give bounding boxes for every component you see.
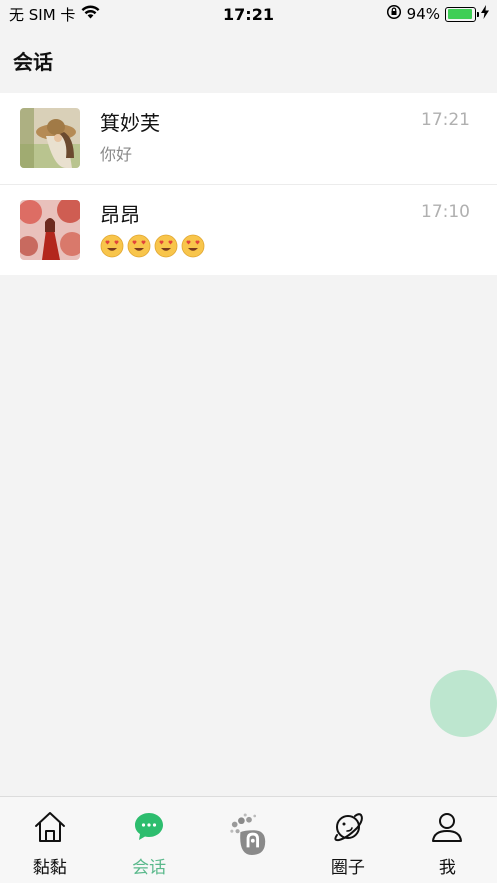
tab-label: 圈子: [330, 858, 365, 878]
tab-label: 黏黏: [32, 858, 67, 878]
contact-name: 昂昂: [100, 203, 140, 227]
conversation-item[interactable]: 箕妙芙 你好 17:21: [0, 93, 497, 184]
battery-icon: [445, 6, 479, 22]
heart-eyes-emoji-icon: [127, 234, 151, 258]
carrier-label: 无 SIM 卡: [9, 5, 76, 24]
status-bar: 无 SIM 卡 17:21 94%: [0, 0, 497, 28]
status-left: 无 SIM 卡: [9, 4, 100, 25]
person-icon: [427, 807, 467, 847]
tab-circle[interactable]: 圈子: [298, 797, 397, 883]
tab-bar: 黏黏 会话 圈子 我: [0, 796, 497, 883]
battery-tip: [477, 11, 479, 17]
contact-name: 箕妙芙: [100, 111, 160, 135]
battery-percent: 94%: [406, 5, 440, 23]
avatar: [20, 108, 80, 168]
status-right: 94%: [386, 4, 489, 24]
conversation-body: 昂昂: [100, 202, 205, 258]
planet-icon: [328, 807, 368, 847]
tab-nianian[interactable]: 黏黏: [0, 797, 99, 883]
charging-icon: [481, 5, 489, 23]
floating-action-button[interactable]: [430, 670, 497, 737]
heart-eyes-emoji-icon: [154, 234, 178, 258]
page-header: 会话: [0, 28, 497, 92]
heart-eyes-emoji-icon: [181, 234, 205, 258]
conversation-body: 箕妙芙 你好: [100, 110, 160, 166]
conversation-item[interactable]: 昂昂 17:10: [0, 184, 497, 275]
tab-label: 会话: [132, 858, 167, 878]
tab-center-logo[interactable]: [199, 797, 298, 883]
page-title: 会话: [13, 49, 53, 74]
last-message: 你好: [100, 145, 133, 164]
avatar: [20, 200, 80, 260]
tab-label: 我: [438, 858, 456, 878]
emoji-message: [100, 234, 205, 258]
message-time: 17:10: [421, 202, 470, 222]
message-time: 17:21: [421, 110, 470, 130]
tab-me[interactable]: 我: [398, 797, 497, 883]
heart-eyes-emoji-icon: [100, 234, 124, 258]
chat-bubble-icon: [129, 807, 169, 847]
wifi-icon: [81, 5, 100, 23]
home-icon: [30, 807, 70, 847]
rotation-lock-icon: [386, 4, 402, 24]
battery-fill: [447, 9, 472, 19]
tab-conversations[interactable]: 会话: [99, 797, 198, 883]
conversation-list: 箕妙芙 你好 17:21 昂昂 17:10: [0, 93, 497, 275]
app-logo-icon: [229, 813, 269, 855]
